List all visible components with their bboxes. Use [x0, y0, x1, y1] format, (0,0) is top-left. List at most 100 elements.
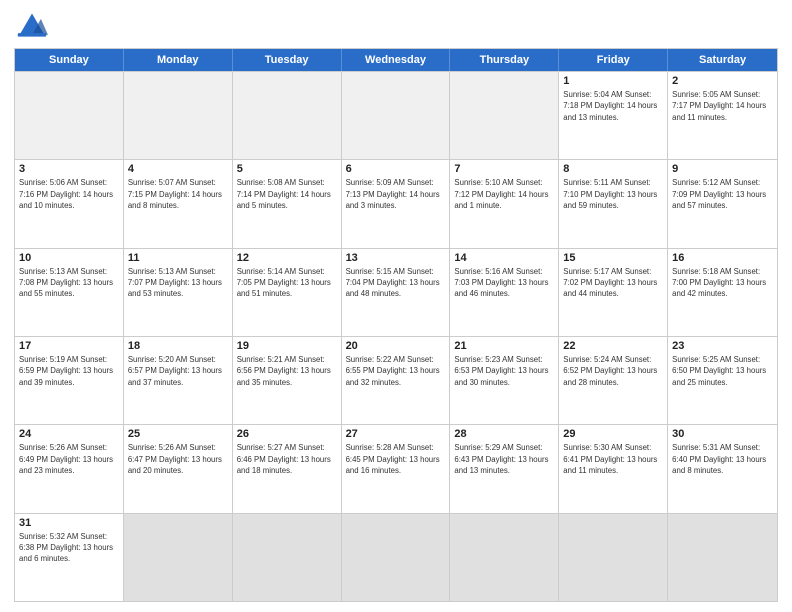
day-info: Sunrise: 5:19 AM Sunset: 6:59 PM Dayligh…: [19, 354, 119, 388]
cal-cell: 14 Sunrise: 5:16 AM Sunset: 7:03 PM Dayli…: [450, 249, 559, 336]
cal-cell: 3Sunrise: 5:06 AM Sunset: 7:16 PM Daylig…: [15, 160, 124, 247]
cal-cell: 2Sunrise: 5:05 AM Sunset: 7:17 PM Daylig…: [668, 72, 777, 159]
cal-cell: [233, 72, 342, 159]
cal-week-2: 10 Sunrise: 5:13 AM Sunset: 7:08 PM Dayli…: [15, 248, 777, 336]
day-info: Sunrise: 5:20 AM Sunset: 6:57 PM Dayligh…: [128, 354, 228, 388]
day-info: Sunrise: 5:17 AM Sunset: 7:02 PM Dayligh…: [563, 266, 663, 300]
day-number: 7: [454, 163, 554, 175]
day-number: 20: [346, 340, 446, 352]
cal-cell: [124, 72, 233, 159]
day-number: 25: [128, 428, 228, 440]
day-number: 13: [346, 252, 446, 264]
day-number: 17: [19, 340, 119, 352]
cal-cell: 8Sunrise: 5:11 AM Sunset: 7:10 PM Daylig…: [559, 160, 668, 247]
day-info: Sunrise: 5:21 AM Sunset: 6:56 PM Dayligh…: [237, 354, 337, 388]
day-number: 29: [563, 428, 663, 440]
day-info: Sunrise: 5:09 AM Sunset: 7:13 PM Dayligh…: [346, 177, 446, 211]
day-info: Sunrise: 5:25 AM Sunset: 6:50 PM Dayligh…: [672, 354, 773, 388]
cal-header-friday: Friday: [559, 49, 668, 71]
cal-header-tuesday: Tuesday: [233, 49, 342, 71]
day-info: Sunrise: 5:22 AM Sunset: 6:55 PM Dayligh…: [346, 354, 446, 388]
cal-cell: [342, 514, 451, 601]
day-number: 10: [19, 252, 119, 264]
day-number: 8: [563, 163, 663, 175]
cal-cell: 12 Sunrise: 5:14 AM Sunset: 7:05 PM Dayli…: [233, 249, 342, 336]
cal-week-0: 1 Sunrise: 5:04 AM Sunset: 7:18 PM Daylig…: [15, 71, 777, 159]
cal-cell: 11Sunrise: 5:13 AM Sunset: 7:07 PM Dayli…: [124, 249, 233, 336]
cal-cell: 15 Sunrise: 5:17 AM Sunset: 7:02 PM Dayli…: [559, 249, 668, 336]
day-number: 2: [672, 75, 773, 87]
cal-cell: 30 Sunrise: 5:31 AM Sunset: 6:40 PM Dayli…: [668, 425, 777, 512]
day-number: 26: [237, 428, 337, 440]
day-number: 30: [672, 428, 773, 440]
cal-cell: 31 Sunrise: 5:32 AM Sunset: 6:38 PM Dayli…: [15, 514, 124, 601]
cal-cell: 5 Sunrise: 5:08 AM Sunset: 7:14 PM Daylig…: [233, 160, 342, 247]
day-info: Sunrise: 5:31 AM Sunset: 6:40 PM Dayligh…: [672, 442, 773, 476]
day-number: 18: [128, 340, 228, 352]
day-info: Sunrise: 5:10 AM Sunset: 7:12 PM Dayligh…: [454, 177, 554, 211]
day-info: Sunrise: 5:14 AM Sunset: 7:05 PM Dayligh…: [237, 266, 337, 300]
day-info: Sunrise: 5:04 AM Sunset: 7:18 PM Dayligh…: [563, 89, 663, 123]
cal-cell: 9 Sunrise: 5:12 AM Sunset: 7:09 PM Daylig…: [668, 160, 777, 247]
cal-cell: 28Sunrise: 5:29 AM Sunset: 6:43 PM Dayli…: [450, 425, 559, 512]
calendar: SundayMondayTuesdayWednesdayThursdayFrid…: [14, 48, 778, 602]
day-number: 1: [563, 75, 663, 87]
day-number: 5: [237, 163, 337, 175]
day-info: Sunrise: 5:16 AM Sunset: 7:03 PM Dayligh…: [454, 266, 554, 300]
day-info: Sunrise: 5:30 AM Sunset: 6:41 PM Dayligh…: [563, 442, 663, 476]
cal-week-5: 31 Sunrise: 5:32 AM Sunset: 6:38 PM Dayli…: [15, 513, 777, 601]
cal-cell: [233, 514, 342, 601]
day-info: Sunrise: 5:12 AM Sunset: 7:09 PM Dayligh…: [672, 177, 773, 211]
cal-cell: 13 Sunrise: 5:15 AM Sunset: 7:04 PM Dayli…: [342, 249, 451, 336]
cal-header-monday: Monday: [124, 49, 233, 71]
day-number: 12: [237, 252, 337, 264]
cal-cell: [15, 72, 124, 159]
cal-cell: 10 Sunrise: 5:13 AM Sunset: 7:08 PM Dayli…: [15, 249, 124, 336]
day-number: 19: [237, 340, 337, 352]
cal-header-thursday: Thursday: [450, 49, 559, 71]
day-number: 4: [128, 163, 228, 175]
day-info: Sunrise: 5:13 AM Sunset: 7:08 PM Dayligh…: [19, 266, 119, 300]
cal-cell: [450, 72, 559, 159]
cal-cell: 16 Sunrise: 5:18 AM Sunset: 7:00 PM Dayli…: [668, 249, 777, 336]
calendar-header-row: SundayMondayTuesdayWednesdayThursdayFrid…: [15, 49, 777, 71]
logo-icon: [16, 10, 48, 42]
cal-cell: 22Sunrise: 5:24 AM Sunset: 6:52 PM Dayli…: [559, 337, 668, 424]
calendar-body: 1 Sunrise: 5:04 AM Sunset: 7:18 PM Daylig…: [15, 71, 777, 601]
cal-week-3: 17 Sunrise: 5:19 AM Sunset: 6:59 PM Dayli…: [15, 336, 777, 424]
day-number: 31: [19, 517, 119, 529]
logo: [14, 10, 48, 42]
cal-cell: 20 Sunrise: 5:22 AM Sunset: 6:55 PM Dayli…: [342, 337, 451, 424]
day-info: Sunrise: 5:32 AM Sunset: 6:38 PM Dayligh…: [19, 531, 119, 565]
cal-header-saturday: Saturday: [668, 49, 777, 71]
day-info: Sunrise: 5:26 AM Sunset: 6:49 PM Dayligh…: [19, 442, 119, 476]
cal-cell: [450, 514, 559, 601]
day-number: 11: [128, 252, 228, 264]
day-info: Sunrise: 5:28 AM Sunset: 6:45 PM Dayligh…: [346, 442, 446, 476]
cal-cell: [668, 514, 777, 601]
cal-cell: 7 Sunrise: 5:10 AM Sunset: 7:12 PM Daylig…: [450, 160, 559, 247]
day-number: 14: [454, 252, 554, 264]
cal-header-wednesday: Wednesday: [342, 49, 451, 71]
day-number: 16: [672, 252, 773, 264]
cal-cell: 6Sunrise: 5:09 AM Sunset: 7:13 PM Daylig…: [342, 160, 451, 247]
cal-cell: 26 Sunrise: 5:27 AM Sunset: 6:46 PM Dayli…: [233, 425, 342, 512]
cal-header-sunday: Sunday: [15, 49, 124, 71]
day-info: Sunrise: 5:15 AM Sunset: 7:04 PM Dayligh…: [346, 266, 446, 300]
day-info: Sunrise: 5:18 AM Sunset: 7:00 PM Dayligh…: [672, 266, 773, 300]
day-info: Sunrise: 5:27 AM Sunset: 6:46 PM Dayligh…: [237, 442, 337, 476]
header: [14, 10, 778, 42]
day-info: Sunrise: 5:08 AM Sunset: 7:14 PM Dayligh…: [237, 177, 337, 211]
day-info: Sunrise: 5:24 AM Sunset: 6:52 PM Dayligh…: [563, 354, 663, 388]
day-number: 15: [563, 252, 663, 264]
cal-cell: 4 Sunrise: 5:07 AM Sunset: 7:15 PM Daylig…: [124, 160, 233, 247]
day-info: Sunrise: 5:07 AM Sunset: 7:15 PM Dayligh…: [128, 177, 228, 211]
cal-week-4: 24Sunrise: 5:26 AM Sunset: 6:49 PM Dayli…: [15, 424, 777, 512]
cal-cell: 1 Sunrise: 5:04 AM Sunset: 7:18 PM Daylig…: [559, 72, 668, 159]
day-number: 9: [672, 163, 773, 175]
cal-cell: 18 Sunrise: 5:20 AM Sunset: 6:57 PM Dayli…: [124, 337, 233, 424]
cal-cell: 21Sunrise: 5:23 AM Sunset: 6:53 PM Dayli…: [450, 337, 559, 424]
cal-cell: 19 Sunrise: 5:21 AM Sunset: 6:56 PM Dayli…: [233, 337, 342, 424]
cal-cell: 29 Sunrise: 5:30 AM Sunset: 6:41 PM Dayli…: [559, 425, 668, 512]
day-number: 3: [19, 163, 119, 175]
